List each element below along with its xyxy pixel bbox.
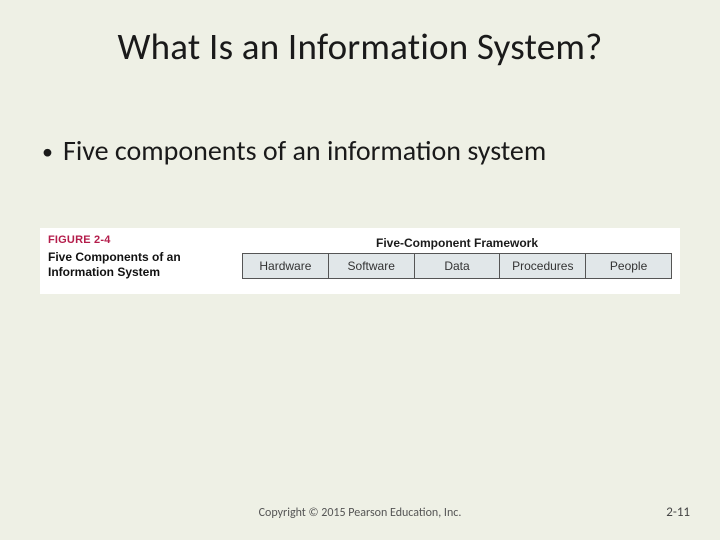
- framework-row: Hardware Software Data Procedures People: [242, 253, 672, 279]
- bullet-item: • Five components of an information syst…: [42, 135, 680, 167]
- framework-cell-data: Data: [415, 254, 501, 278]
- framework-cell-procedures: Procedures: [500, 254, 586, 278]
- slide: What Is an Information System? • Five co…: [0, 0, 720, 540]
- figure-diagram: Five-Component Framework Hardware Softwa…: [242, 234, 672, 279]
- figure-caption: FIGURE 2-4 Five Components of an Informa…: [48, 234, 238, 280]
- bullet-text: Five components of an information system: [63, 135, 546, 167]
- bullet-marker: •: [42, 135, 53, 163]
- slide-title: What Is an Information System?: [0, 24, 720, 69]
- footer-copyright: Copyright © 2015 Pearson Education, Inc.: [0, 506, 720, 520]
- figure-label: FIGURE 2-4: [48, 234, 238, 246]
- framework-cell-hardware: Hardware: [243, 254, 329, 278]
- figure-title: Five Components of an Information System: [48, 250, 238, 280]
- footer-page-number: 2-11: [666, 505, 690, 520]
- framework-cell-people: People: [586, 254, 671, 278]
- figure-inner: FIGURE 2-4 Five Components of an Informa…: [48, 234, 672, 288]
- figure-box: FIGURE 2-4 Five Components of an Informa…: [40, 228, 680, 294]
- framework-cell-software: Software: [329, 254, 415, 278]
- framework-label: Five-Component Framework: [242, 236, 672, 250]
